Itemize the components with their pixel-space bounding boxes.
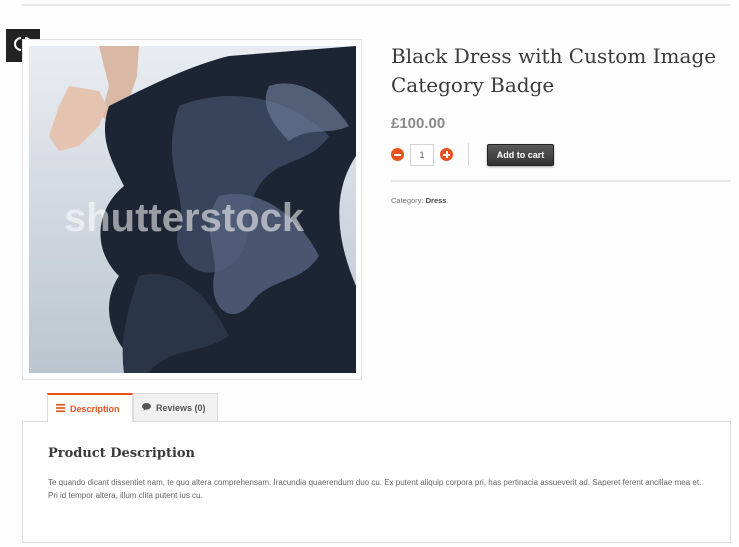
tab-description-label: Description	[70, 403, 120, 414]
tab-description[interactable]: Description	[47, 393, 133, 422]
description-panel: Product Description Te quando dicant dis…	[22, 421, 731, 543]
quantity-increase-button[interactable]	[440, 148, 453, 161]
add-to-cart-button[interactable]: Add to cart	[487, 144, 554, 166]
quantity-decrease-button[interactable]	[391, 148, 404, 161]
quantity-input[interactable]: 1	[410, 144, 434, 166]
product-image-frame[interactable]: shutterstock	[22, 39, 362, 380]
quantity-row: 1 Add to cart	[391, 143, 571, 166]
product-meta: Category: Dress.	[391, 196, 449, 205]
product-price: £100.00	[391, 115, 446, 132]
watermark-text: shutterstock	[64, 196, 305, 240]
product-image[interactable]: shutterstock	[29, 46, 356, 373]
category-label: Category:	[391, 196, 424, 205]
top-divider	[22, 4, 730, 6]
meta-divider	[391, 180, 731, 182]
category-link[interactable]: Dress	[426, 196, 447, 205]
minus-icon	[394, 153, 401, 156]
speech-bubble-icon	[142, 402, 151, 413]
category-suffix: .	[446, 196, 449, 205]
quantity-separator	[468, 143, 469, 166]
list-icon	[56, 403, 65, 414]
product-title: Black Dress with Custom Image Category B…	[391, 44, 717, 97]
description-heading: Product Description	[48, 446, 196, 461]
description-body: Te quando dicant dissentiet nam, te quo …	[48, 478, 702, 500]
tab-reviews[interactable]: Reviews (0)	[133, 393, 218, 421]
tab-reviews-label: Reviews (0)	[156, 402, 206, 413]
